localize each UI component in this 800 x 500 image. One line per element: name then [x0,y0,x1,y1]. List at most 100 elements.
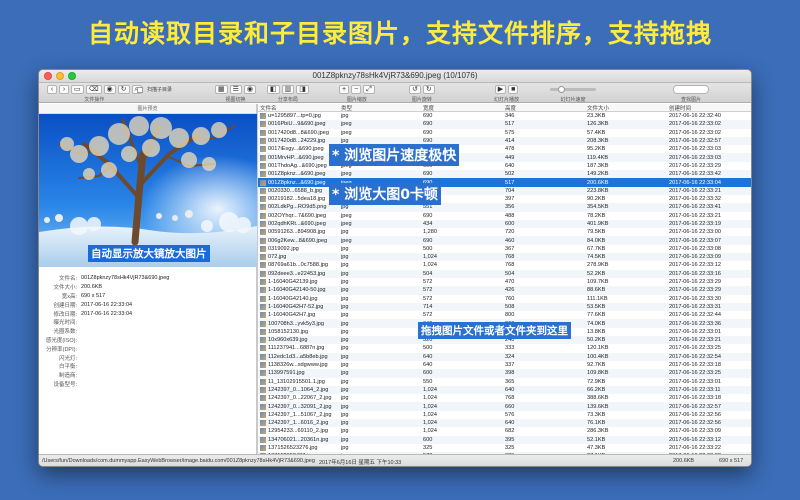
col-filesize-cell: 187.3KB [587,162,609,169]
col-height-cell: 398 [505,370,515,377]
col-filesize-cell: 74.0KB [587,320,606,327]
file-row[interactable]: 1-16040G42139.jpg jpg 572 470 109.7KB 2017-06… [258,278,751,286]
play-button[interactable]: ▶ [494,85,507,94]
thumbnail-icon [260,287,266,294]
col-filesize-cell: 278.9KB [587,262,609,269]
speed-slider-knob[interactable] [558,86,565,93]
file-row[interactable]: 111237941...6887n.jpg jpg 500 333 120.1KB 201… [258,344,751,352]
file-row[interactable]: 1-16040G42H7.jpg jpg 572 800 77.6KB 2017-06-1… [258,311,751,319]
zoom-in-icon[interactable]: + [339,85,350,94]
thumbnail-icon [260,445,266,452]
col-created-cell: 2017-06-16 22:33:02 [669,121,721,128]
info-row: 曝光时间: [39,318,257,327]
layout-right-icon[interactable]: ◨ [296,85,309,94]
rotate-left-icon[interactable]: ↺ [409,85,421,94]
file-row[interactable]: 072.jpg jpg 1,024 768 74.5KB 2017-06-16 22:33… [258,253,751,262]
col-filename-cell: 1242397_0...32091_2.jpg [258,403,341,410]
search-input[interactable] [673,85,709,94]
file-row[interactable]: 1-16040G42H7-52.jpg jpg 714 508 53.5KB 2017-0… [258,302,751,312]
file-row[interactable]: 002OYhqr...7&690.jpeg jpeg 690 488 78.2KB 201… [258,212,751,220]
col-height-cell: 640 [505,386,515,393]
stop-button[interactable]: ■ [508,85,519,94]
file-row[interactable]: 1-16040G42140-50.jpg jpg 572 426 88.6KB 2017-… [258,286,751,295]
file-name-text: 002LdkPg...RO9d5.png [268,204,327,211]
col-created-cell: 2017-06-16 22:33:30 [669,295,721,302]
col-filesize-cell: 50.2KB [587,337,606,344]
file-row[interactable]: 12954233...69110_2.jpg jpg 1,024 682 286.3KB… [258,427,751,435]
subdir-label: 扫描子目录 [147,87,173,93]
file-row[interactable]: 002qdhKRt...&690.jpeg jpeg 434 600 401.9KB 20… [258,219,751,229]
thumbnail-icon [260,378,266,385]
thumbnail-icon [260,129,266,136]
thumbnail-icon [260,345,266,352]
col-filesize-cell: 111.1KB [587,295,608,302]
col-type-cell: jpg [341,362,349,369]
col-filename-cell: 1-16040G42139.jpg [258,279,341,286]
col-created-cell: 2017-06-16 22:33:36 [669,320,721,327]
file-row[interactable]: 1242397_1...51067_2.jpg jpg 1,024 576 73.3KB… [258,411,751,419]
file-row[interactable]: 1242397_0...1064_2.jpg jpg 1,024 640 66.2KB 2… [258,385,751,395]
col-filename-cell: 134706021...20361n.jpg [258,436,341,443]
list-view-icon[interactable]: ☰ [229,85,242,94]
file-row[interactable]: u=1295897...tp=0.jpg jpg 690 346 23.3KB 2017-… [258,112,751,120]
col-created-cell: 2017-06-16 22:33:08 [669,245,721,252]
col-width-header[interactable]: 宽度 [423,104,505,112]
file-row[interactable]: 1242397_0...22067_2.jpg jpg 1,024 768 388.6K… [258,394,751,402]
file-name-text: 0017iEsgy...&690.jpeg [268,146,324,153]
forward-button[interactable]: › [59,85,69,94]
file-name-text: 08769a61b...0c7588.jpg [268,262,329,269]
file-row[interactable]: 0016PbiU...9&690.jpeg jpeg 690 517 126.3KB 20… [258,120,751,129]
zoom-out-icon[interactable]: − [351,85,362,94]
col-filename-cell: 1-16040G42H7-52.jpg [258,303,341,310]
file-name-text: 00591263...894908.jpg [268,229,326,236]
file-row[interactable]: 092deee3...e22453.jpg jpg 504 504 52.2KB 2017… [258,269,751,278]
file-row[interactable]: 001Z8pknz...&690.jpeg jpeg 690 502 149.2KB 20… [258,170,751,179]
file-row[interactable]: 11_13102915501.1.jpg jpg 550 365 72.9KB 2017-… [258,378,751,386]
file-name-text: u=1295897...tp=0.jpg [268,113,321,120]
col-type-header[interactable]: 类型 [341,104,423,112]
speed-slider[interactable] [550,86,596,93]
zoom-fit-icon[interactable]: ⤢ [363,85,375,94]
file-row[interactable]: 1242397_1...6016_2.jpg jpg 1,024 640 76.1KB 2… [258,418,751,428]
file-row[interactable]: 1371526523276.jpg jpg 325 325 47.3KB 2017-06-… [258,444,751,452]
eye-icon[interactable]: ◉ [103,85,116,94]
file-row[interactable]: 08769a61b...0c7588.jpg jpg 1,024 768 278.9KB… [258,261,751,269]
col-filesize-header[interactable]: 文件大小 [587,104,669,112]
file-name-text: 100708h3...yvk5y3.jpg [268,320,324,327]
grid-view-icon[interactable]: ▦ [215,85,228,94]
refresh-icon[interactable]: ↻ [117,85,130,94]
col-type-cell: jpg [341,411,349,418]
col-filesize-cell: 100.4KB [587,353,609,360]
file-row[interactable]: 00591263...894908.jpg jpg 1,280 720 79.5KB 20… [258,228,751,236]
preview-view-icon[interactable]: ◉ [243,85,257,94]
col-created-cell: 2017-06-16 22:32:57 [669,403,721,410]
col-created-header[interactable]: 创建时间 [669,104,751,112]
file-name-text: 1-16040G42140-50.jpg [268,287,326,294]
col-height-header[interactable]: 高度 [505,104,587,112]
file-name-text: 1-16040G42139.jpg [268,279,318,286]
col-width-cell: 690 [423,171,433,178]
back-button[interactable]: ‹ [47,85,57,94]
file-row[interactable]: 006g2Kew...8&690.jpeg jpeg 690 460 84.0KB 201… [258,236,751,245]
speed-overlay-label: * 浏览图片速度极快 [329,144,460,166]
file-row[interactable]: 1-16040G42140.jpg jpg 572 760 111.1KB 2017-06… [258,295,751,303]
file-row[interactable]: 1242397_0...32091_2.jpg jpg 1,024 660 139.6K… [258,402,751,411]
rotate-right-icon[interactable]: ↻ [422,85,435,94]
trash-icon[interactable]: ⌫ [85,85,102,94]
col-filename-header[interactable]: 文件名 [258,104,341,112]
layout-left-icon[interactable]: ◧ [267,85,280,94]
col-filesize-cell: 47.3KB [587,445,606,452]
file-row[interactable]: 1138326w...sdgwww.jpg jpg 640 337 92.7KB 2017… [258,361,751,369]
folder-icon[interactable]: ▭ [71,85,84,94]
col-filename-cell: 092deee3...e22453.jpg [258,270,341,277]
layout-split-icon[interactable]: ▥ [281,85,295,94]
subdir-checkbox[interactable] [137,86,143,93]
file-row[interactable]: 113997591.jpg jpg 600 398 109.8KB 2017-06-16 … [258,369,751,378]
thumbnail-icon [260,403,266,410]
file-row[interactable]: 112edc1d3...a5b8eb.jpg jpg 640 324 100.4KB 20… [258,352,751,361]
file-row[interactable]: 134706021...20361n.jpg jpg 600 395 52.1KB 201… [258,435,751,444]
file-row[interactable]: 0319092.jpg jpg 500 367 67.7KB 2017-06-16 22:… [258,245,751,253]
col-width-cell: 1,024 [423,428,437,435]
preview-image[interactable]: 自动显示放大镜放大图片 [39,114,257,267]
file-row[interactable]: 0017420d8...8&690.jpeg jpeg 690 575 57.4KB 20… [258,129,751,137]
